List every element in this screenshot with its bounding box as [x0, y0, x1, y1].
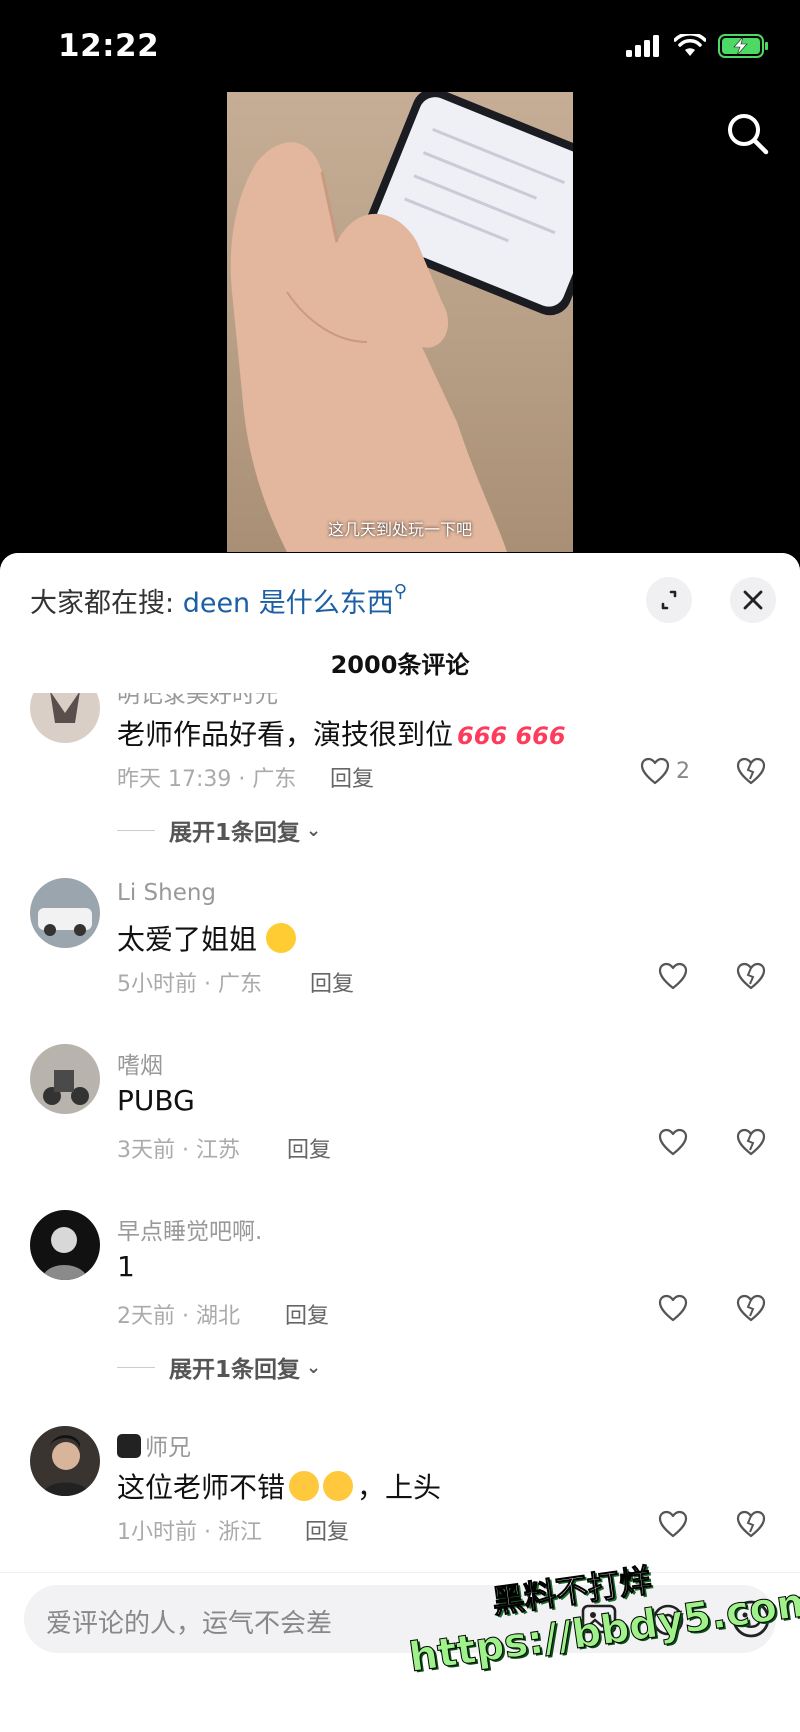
- chevron-down-icon: ⌄: [306, 819, 322, 841]
- broken-heart-icon: [736, 1128, 766, 1156]
- emoji-666: 666 666: [457, 722, 566, 750]
- comment-meta: 昨天 17:39 · 广东: [117, 767, 297, 792]
- like-count: 2: [676, 758, 690, 784]
- comment-meta: 5小时前 · 广东: [117, 972, 262, 997]
- broken-heart-icon: [736, 962, 766, 990]
- avatar[interactable]: [30, 1210, 100, 1280]
- ninja-emoji-icon: [117, 1434, 141, 1458]
- dislike-button[interactable]: [736, 757, 766, 789]
- battery-charging-icon: [718, 34, 768, 58]
- thumbs-up-emoji-icon: [289, 1471, 320, 1501]
- status-icons: [626, 34, 770, 58]
- reply-button[interactable]: 回复: [285, 1298, 329, 1330]
- comment-username[interactable]: 嗜烟: [117, 1046, 163, 1080]
- comment-username[interactable]: 早点睡觉吧啊.: [117, 1212, 262, 1246]
- status-bar: 12:22: [0, 0, 800, 92]
- expand-replies-button[interactable]: 展开1条回复 ⌄: [117, 813, 321, 847]
- broken-heart-icon: [736, 757, 766, 785]
- dislike-button[interactable]: [736, 1510, 766, 1542]
- like-button[interactable]: [658, 1510, 688, 1538]
- close-button[interactable]: [730, 577, 776, 623]
- comment-meta: 3天前 · 江苏: [117, 1138, 240, 1163]
- heart-icon: [658, 962, 688, 990]
- search-icon: [728, 114, 769, 155]
- avatar[interactable]: [30, 1044, 100, 1114]
- comment-text: 太爱了姐姐: [117, 918, 296, 958]
- wifi-icon: [674, 34, 706, 56]
- small-search-icon: ⚲: [393, 581, 407, 602]
- comment-count: 2000条评论: [330, 651, 470, 679]
- comment-meta: 1小时前 · 浙江: [117, 1520, 262, 1545]
- close-icon: [743, 590, 763, 610]
- fullscreen-button[interactable]: [646, 577, 692, 623]
- thumbs-up-emoji-icon: [323, 1471, 354, 1501]
- dislike-button[interactable]: [736, 1128, 766, 1160]
- avatar[interactable]: [30, 1426, 100, 1496]
- comment-text: 这位老师不错 ，上头: [117, 1471, 442, 1504]
- expand-icon: [661, 590, 677, 610]
- dislike-button[interactable]: [736, 962, 766, 994]
- broken-heart-icon: [736, 1510, 766, 1538]
- comment-text: 1: [117, 1250, 135, 1283]
- video-subtitle: 这几天到处玩一下吧: [327, 520, 472, 539]
- comments-header: 大家都在搜: deen 是什么东西⚲ 2000条评论: [0, 553, 800, 693]
- comment-meta: 2天前 · 湖北: [117, 1304, 240, 1329]
- heart-icon: [658, 1294, 688, 1322]
- reply-button[interactable]: 回复: [305, 1514, 349, 1546]
- comment-list[interactable]: 明记录美好时光 老师作品好看，演技很到位 666 666 昨天 17:39 · 广…: [0, 683, 800, 1583]
- dislike-button[interactable]: [736, 1294, 766, 1326]
- heart-icon: [640, 757, 670, 785]
- status-time: 12:22: [58, 28, 160, 64]
- reply-button[interactable]: 回复: [310, 966, 354, 998]
- heart-icon: [658, 1510, 688, 1538]
- video-player[interactable]: 这几天到处玩一下吧: [0, 92, 800, 552]
- chevron-down-icon: ⌄: [306, 1356, 322, 1378]
- broken-heart-icon: [736, 1294, 766, 1322]
- comment-username[interactable]: Li Sheng: [117, 880, 216, 906]
- like-button[interactable]: 2: [640, 757, 690, 785]
- video-frame: 这几天到处玩一下吧: [227, 92, 573, 552]
- reply-button[interactable]: 回复: [287, 1132, 331, 1164]
- reply-button[interactable]: 回复: [330, 761, 374, 793]
- heart-icon: [658, 1128, 688, 1156]
- video-thumbnail-illustration: [230, 92, 573, 552]
- like-button[interactable]: [658, 1294, 688, 1322]
- expand-replies-button[interactable]: 展开1条回复 ⌄: [117, 1350, 321, 1384]
- hot-search-term[interactable]: deen 是什么东西: [183, 588, 394, 619]
- divider: [117, 829, 155, 831]
- comment-username[interactable]: 师兄: [117, 1428, 191, 1462]
- comment-text: 老师作品好看，演技很到位 666 666: [117, 718, 566, 751]
- crying-emoji-icon: [265, 923, 296, 953]
- comment-input-placeholder: 爱评论的人，运气不会差: [46, 1609, 333, 1639]
- search-button[interactable]: [724, 110, 772, 158]
- hot-search-suggestion[interactable]: 大家都在搜: deen 是什么东西⚲: [30, 581, 407, 620]
- like-button[interactable]: [658, 1128, 688, 1156]
- divider: [117, 1366, 155, 1368]
- like-button[interactable]: [658, 962, 688, 990]
- cellular-signal-icon: [626, 35, 659, 57]
- hot-search-prefix: 大家都在搜:: [30, 588, 183, 619]
- comment-text: PUBG: [117, 1084, 195, 1117]
- avatar[interactable]: [30, 878, 100, 948]
